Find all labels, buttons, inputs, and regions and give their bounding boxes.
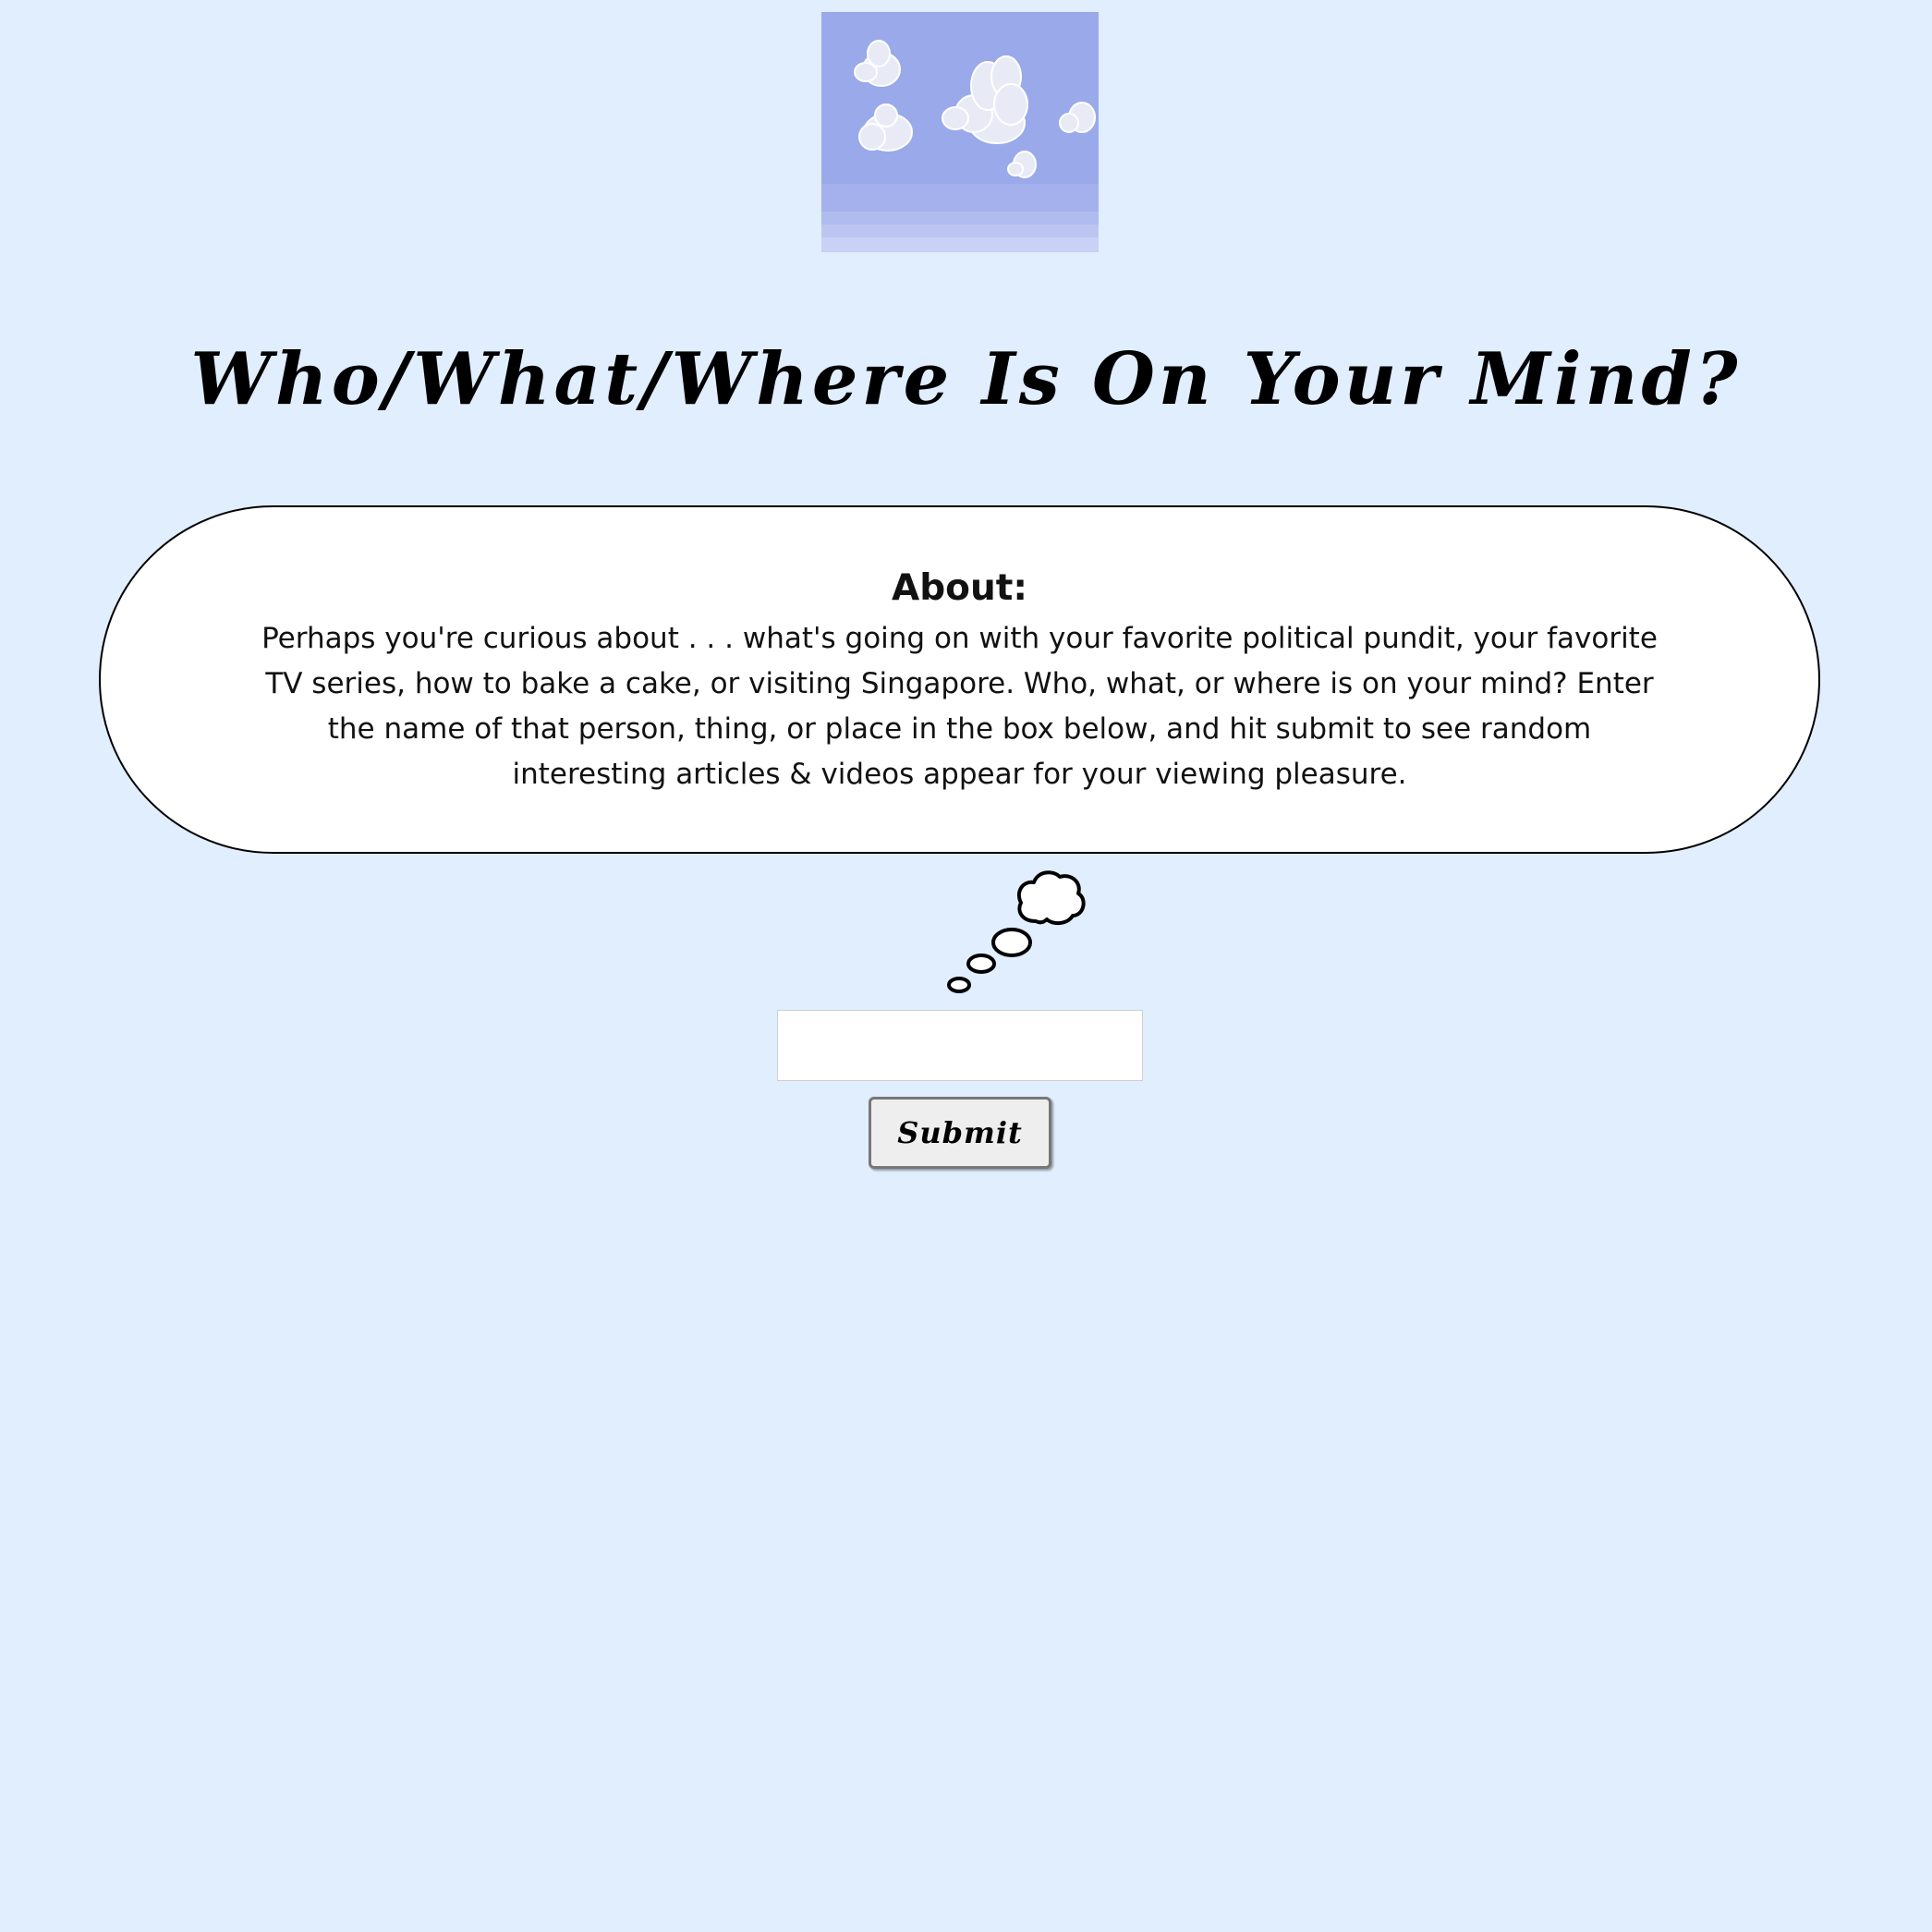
cloudy-sky-image [821, 12, 1099, 252]
page: Who/What/Where Is On Your Mind? About: P… [0, 0, 1932, 1932]
thought-bubble-tail-icon [938, 864, 1095, 1002]
search-input[interactable] [777, 1010, 1143, 1081]
page-title: Who/What/Where Is On Your Mind? [190, 337, 1742, 421]
submit-button[interactable]: Submit [869, 1097, 1051, 1169]
about-heading: About: [892, 567, 1027, 609]
about-description: Perhaps you're curious about . . . what'… [261, 622, 1658, 791]
about-bubble: About: Perhaps you're curious about . . … [99, 505, 1820, 854]
